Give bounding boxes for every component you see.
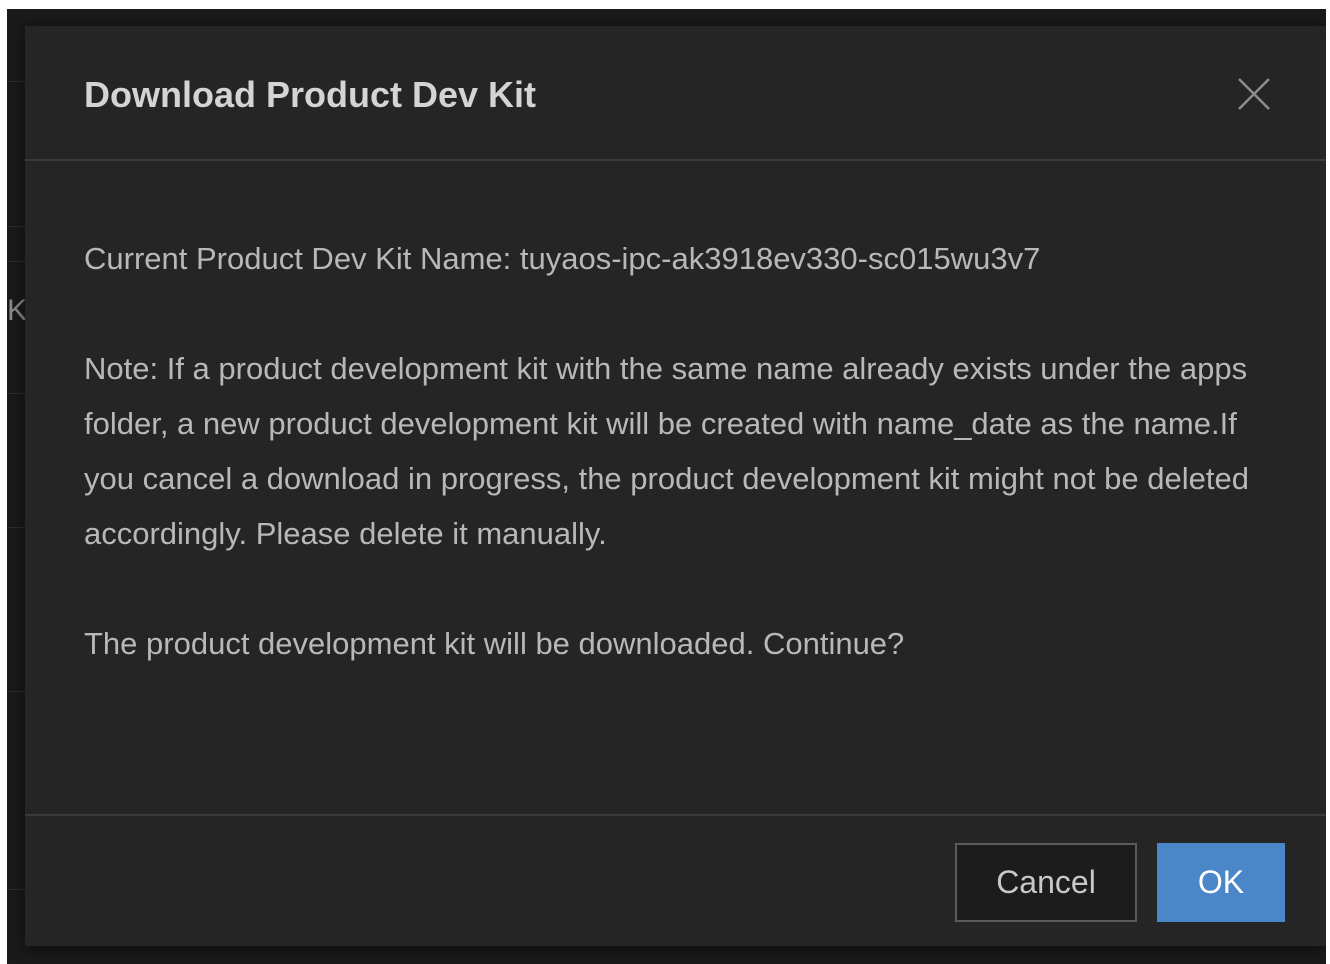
dialog-title: Download Product Dev Kit	[84, 74, 537, 115]
cancel-button[interactable]: Cancel	[955, 843, 1137, 922]
ok-button[interactable]: OK	[1157, 843, 1285, 922]
background-divider	[7, 691, 27, 692]
app-background: K Download Product Dev Kit Current Produ…	[7, 9, 1326, 964]
background-divider	[7, 81, 27, 82]
close-button[interactable]	[1236, 76, 1272, 112]
dialog-body: Current Product Dev Kit Name: tuyaos-ipc…	[84, 231, 1284, 671]
background-divider	[7, 527, 27, 528]
background-divider	[7, 889, 27, 890]
background-divider	[7, 226, 27, 227]
close-icon	[1238, 78, 1270, 110]
dialog-footer: Cancel OK	[25, 814, 1326, 946]
note-text: Note: If a product development kit with …	[84, 351, 1249, 551]
background-divider	[7, 261, 27, 262]
download-dev-kit-dialog: Download Product Dev Kit Current Product…	[25, 26, 1326, 946]
background-divider	[7, 393, 27, 394]
confirm-question: The product development kit will be down…	[84, 626, 905, 661]
dialog-header: Download Product Dev Kit	[25, 26, 1326, 161]
current-kit-name: Current Product Dev Kit Name: tuyaos-ipc…	[84, 241, 1041, 276]
background-partial-text: K	[7, 294, 25, 327]
